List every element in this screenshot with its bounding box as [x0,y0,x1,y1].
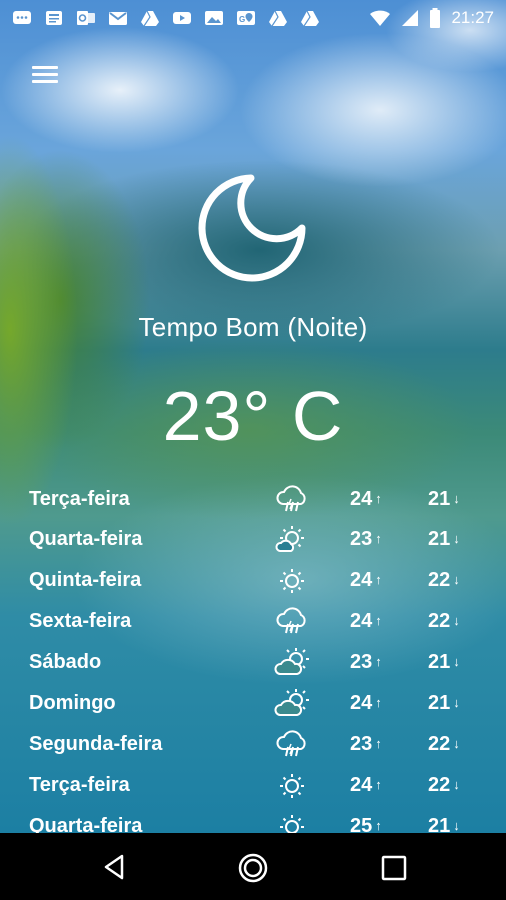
drive-icon [269,10,287,26]
signal-icon [402,9,419,26]
forecast-row[interactable]: Sexta-feira 24 ↑ 22 ↓ [0,604,506,640]
current-temperature: 23° C [162,377,344,455]
drive-icon [141,10,159,26]
arrow-up-icon: ↑ [375,736,382,751]
forecast-low: 22 ↓ [428,733,460,755]
forecast-high: 24 ↑ [350,774,382,796]
forecast-day: Quarta-feira [29,815,143,833]
forecast-low: 21 ↓ [428,692,460,714]
forecast-high: 23 ↑ [350,733,382,755]
sun-icon [280,569,304,593]
sun-icon [280,815,304,833]
forecast-high: 23 ↑ [350,651,382,673]
forecast-low: 21 ↓ [428,528,460,550]
arrow-up-icon: ↑ [375,531,382,546]
weather-screen: G 21:27 Tempo Bom (Noite) 23° C Terça-fe… [0,0,506,833]
hamburger-icon [32,66,58,69]
arrow-down-icon: ↓ [453,491,460,506]
forecast-day: Sábado [29,651,102,673]
forecast-row[interactable]: Quinta-feira 24 ↑ 22 ↓ [0,563,506,599]
drive-icon [301,10,319,26]
forecast-low: 22 ↓ [428,569,460,591]
partly-cloudy-icon [275,526,304,552]
wifi-icon [370,10,391,26]
forecast-row[interactable]: Quarta-feira 25 ↑ 21 ↓ [0,809,506,833]
cloud-sun-icon [274,648,309,675]
forecast-row[interactable]: Segunda-feira 23 ↑ 22 ↓ [0,727,506,763]
menu-button[interactable] [30,62,60,86]
back-icon[interactable] [100,852,130,882]
forecast-day: Quarta-feira [29,528,143,550]
gmail-icon [109,11,127,25]
forecast-low: 21 ↓ [428,815,460,833]
arrow-up-icon: ↑ [375,572,382,587]
clock: 21:27 [451,7,494,27]
maps-icon: G [237,10,255,25]
rain-cloud-icon [276,607,306,634]
forecast-high: 24 ↑ [350,610,382,632]
system-status: 21:27 [369,7,494,28]
news-icon [46,10,62,25]
arrow-down-icon: ↓ [453,695,460,710]
forecast-day: Domingo [29,692,116,714]
forecast-row[interactable]: Quarta-feira 23 ↑ 21 ↓ [0,522,506,558]
chat-icon [13,10,31,24]
arrow-up-icon: ↑ [375,695,382,710]
forecast-low: 22 ↓ [428,774,460,796]
arrow-down-icon: ↓ [453,818,460,833]
home-icon[interactable] [237,852,269,884]
forecast-row[interactable]: Domingo 24 ↑ 21 ↓ [0,686,506,722]
forecast-row[interactable]: Terça-feira 24 ↑ 21 ↓ [0,482,506,518]
forecast-high: 25 ↑ [350,815,382,833]
forecast-day: Sexta-feira [29,610,132,632]
forecast-high: 23 ↑ [350,528,382,550]
forecast-day: Terça-feira [29,488,130,510]
arrow-up-icon: ↑ [375,818,382,833]
arrow-up-icon: ↑ [375,613,382,628]
arrow-down-icon: ↓ [453,777,460,792]
forecast-high: 24 ↑ [350,569,382,591]
forecast-high: 24 ↑ [350,692,382,714]
arrow-down-icon: ↓ [453,736,460,751]
arrow-up-icon: ↑ [375,654,382,669]
forecast-row[interactable]: Sábado 23 ↑ 21 ↓ [0,645,506,681]
sun-icon [280,774,304,798]
forecast-low: 22 ↓ [428,610,460,632]
recent-apps-icon[interactable] [380,854,408,882]
arrow-up-icon: ↑ [375,777,382,792]
arrow-down-icon: ↓ [453,572,460,587]
forecast-low: 21 ↓ [428,488,460,510]
outlook-icon [77,10,95,25]
notification-icons: G [12,9,320,27]
current-condition: Tempo Bom (Noite) [138,312,368,342]
cloud-sun-icon [274,689,309,716]
svg-text:G: G [239,15,245,24]
forecast-day: Segunda-feira [29,733,163,755]
arrow-down-icon: ↓ [453,531,460,546]
navigation-bar [0,833,506,900]
forecast-day: Quinta-feira [29,569,142,591]
arrow-up-icon: ↑ [375,491,382,506]
forecast-day: Terça-feira [29,774,130,796]
status-bar: G 21:27 [0,0,506,35]
forecast-row[interactable]: Terça-feira 24 ↑ 22 ↓ [0,768,506,804]
arrow-down-icon: ↓ [453,654,460,669]
rain-cloud-icon [276,730,306,757]
photos-icon [205,10,223,25]
forecast-low: 21 ↓ [428,651,460,673]
battery-icon [430,7,441,28]
moon-icon [198,174,306,282]
arrow-down-icon: ↓ [453,613,460,628]
rain-cloud-icon [276,485,306,512]
forecast-high: 24 ↑ [350,488,382,510]
youtube-icon [173,11,191,24]
